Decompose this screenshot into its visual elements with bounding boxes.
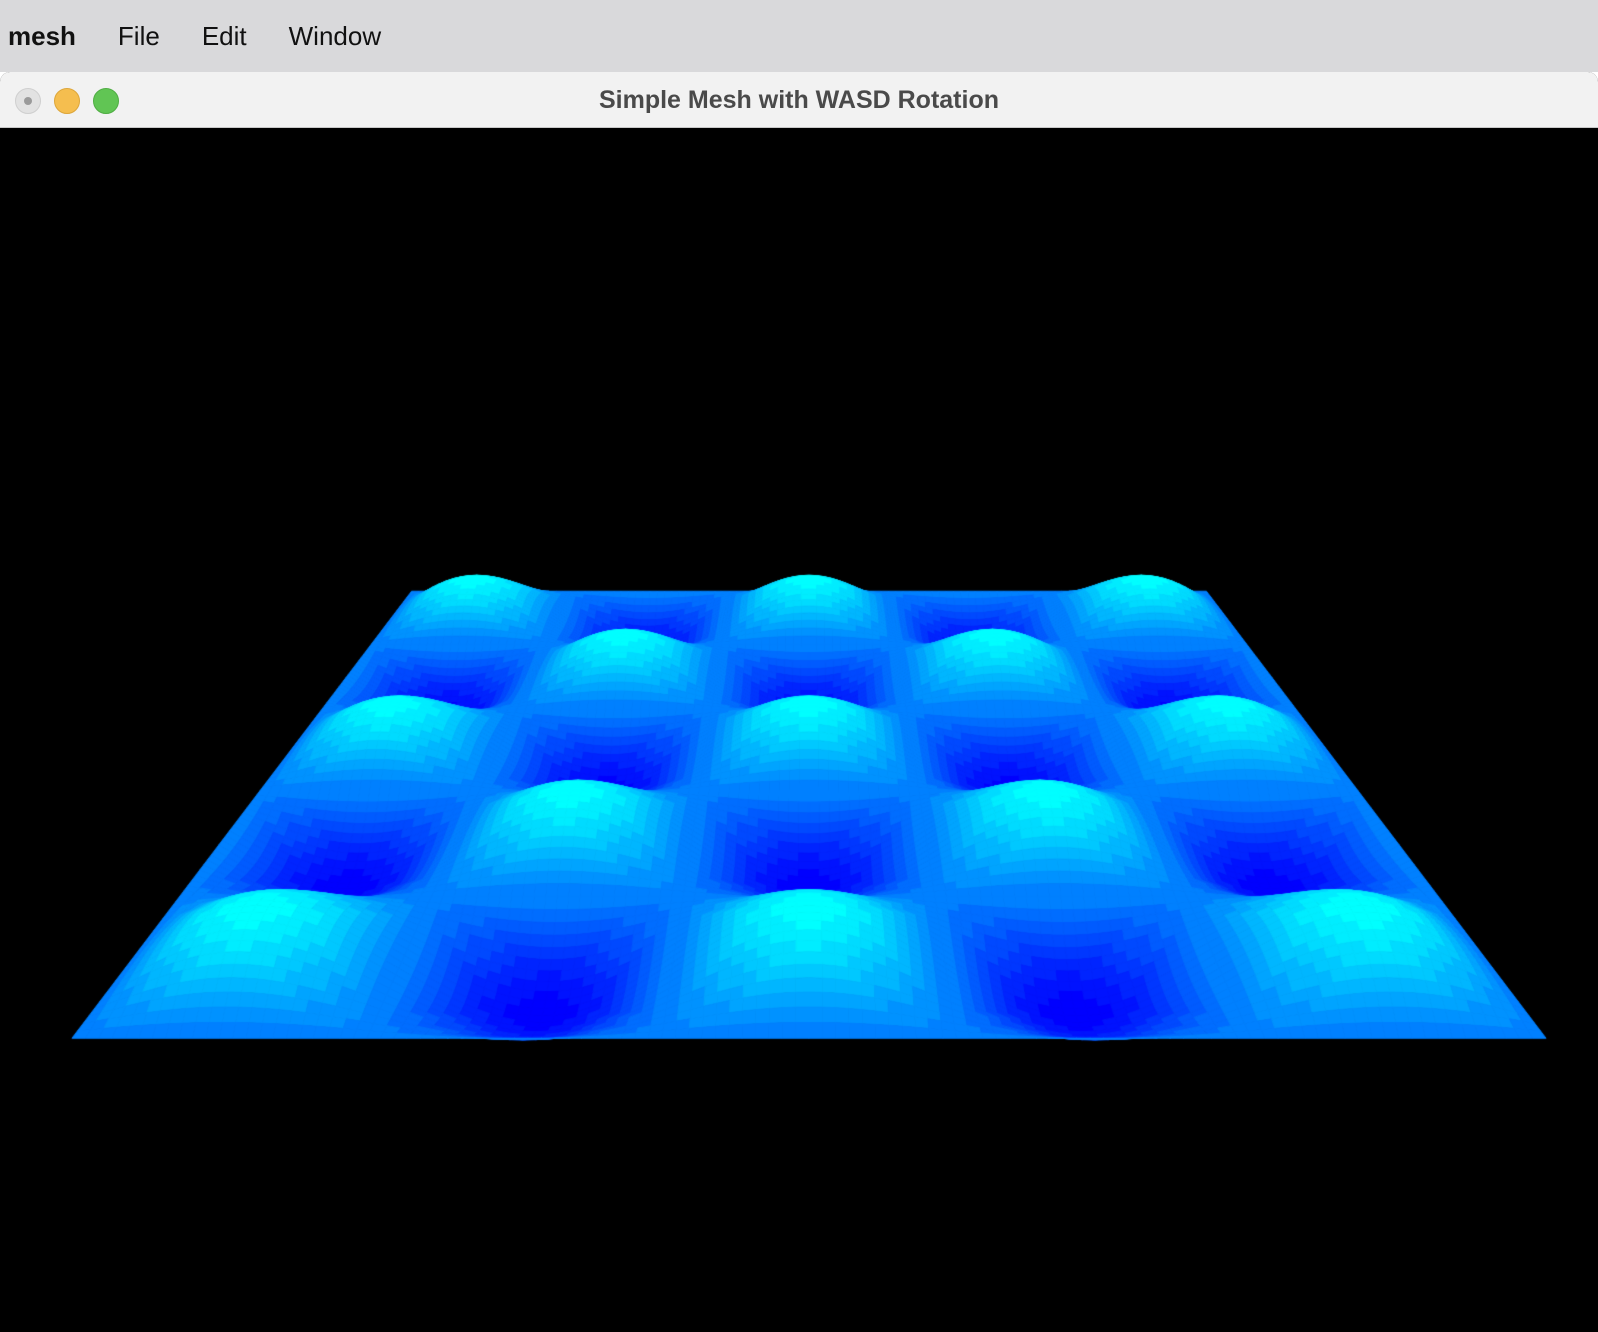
menu-edit[interactable]: Edit: [202, 21, 247, 52]
app-window: Simple Mesh with WASD Rotation: [0, 72, 1598, 1332]
menu-file[interactable]: File: [118, 21, 160, 52]
menu-app-name[interactable]: mesh: [8, 21, 76, 52]
menu-window[interactable]: Window: [289, 21, 381, 52]
menu-bar: mesh File Edit Window: [0, 0, 1598, 72]
window-titlebar[interactable]: Simple Mesh with WASD Rotation: [0, 72, 1598, 128]
mesh-canvas[interactable]: [0, 128, 1598, 1332]
mesh-viewport[interactable]: [0, 128, 1598, 1332]
window-title: Simple Mesh with WASD Rotation: [598, 86, 999, 114]
